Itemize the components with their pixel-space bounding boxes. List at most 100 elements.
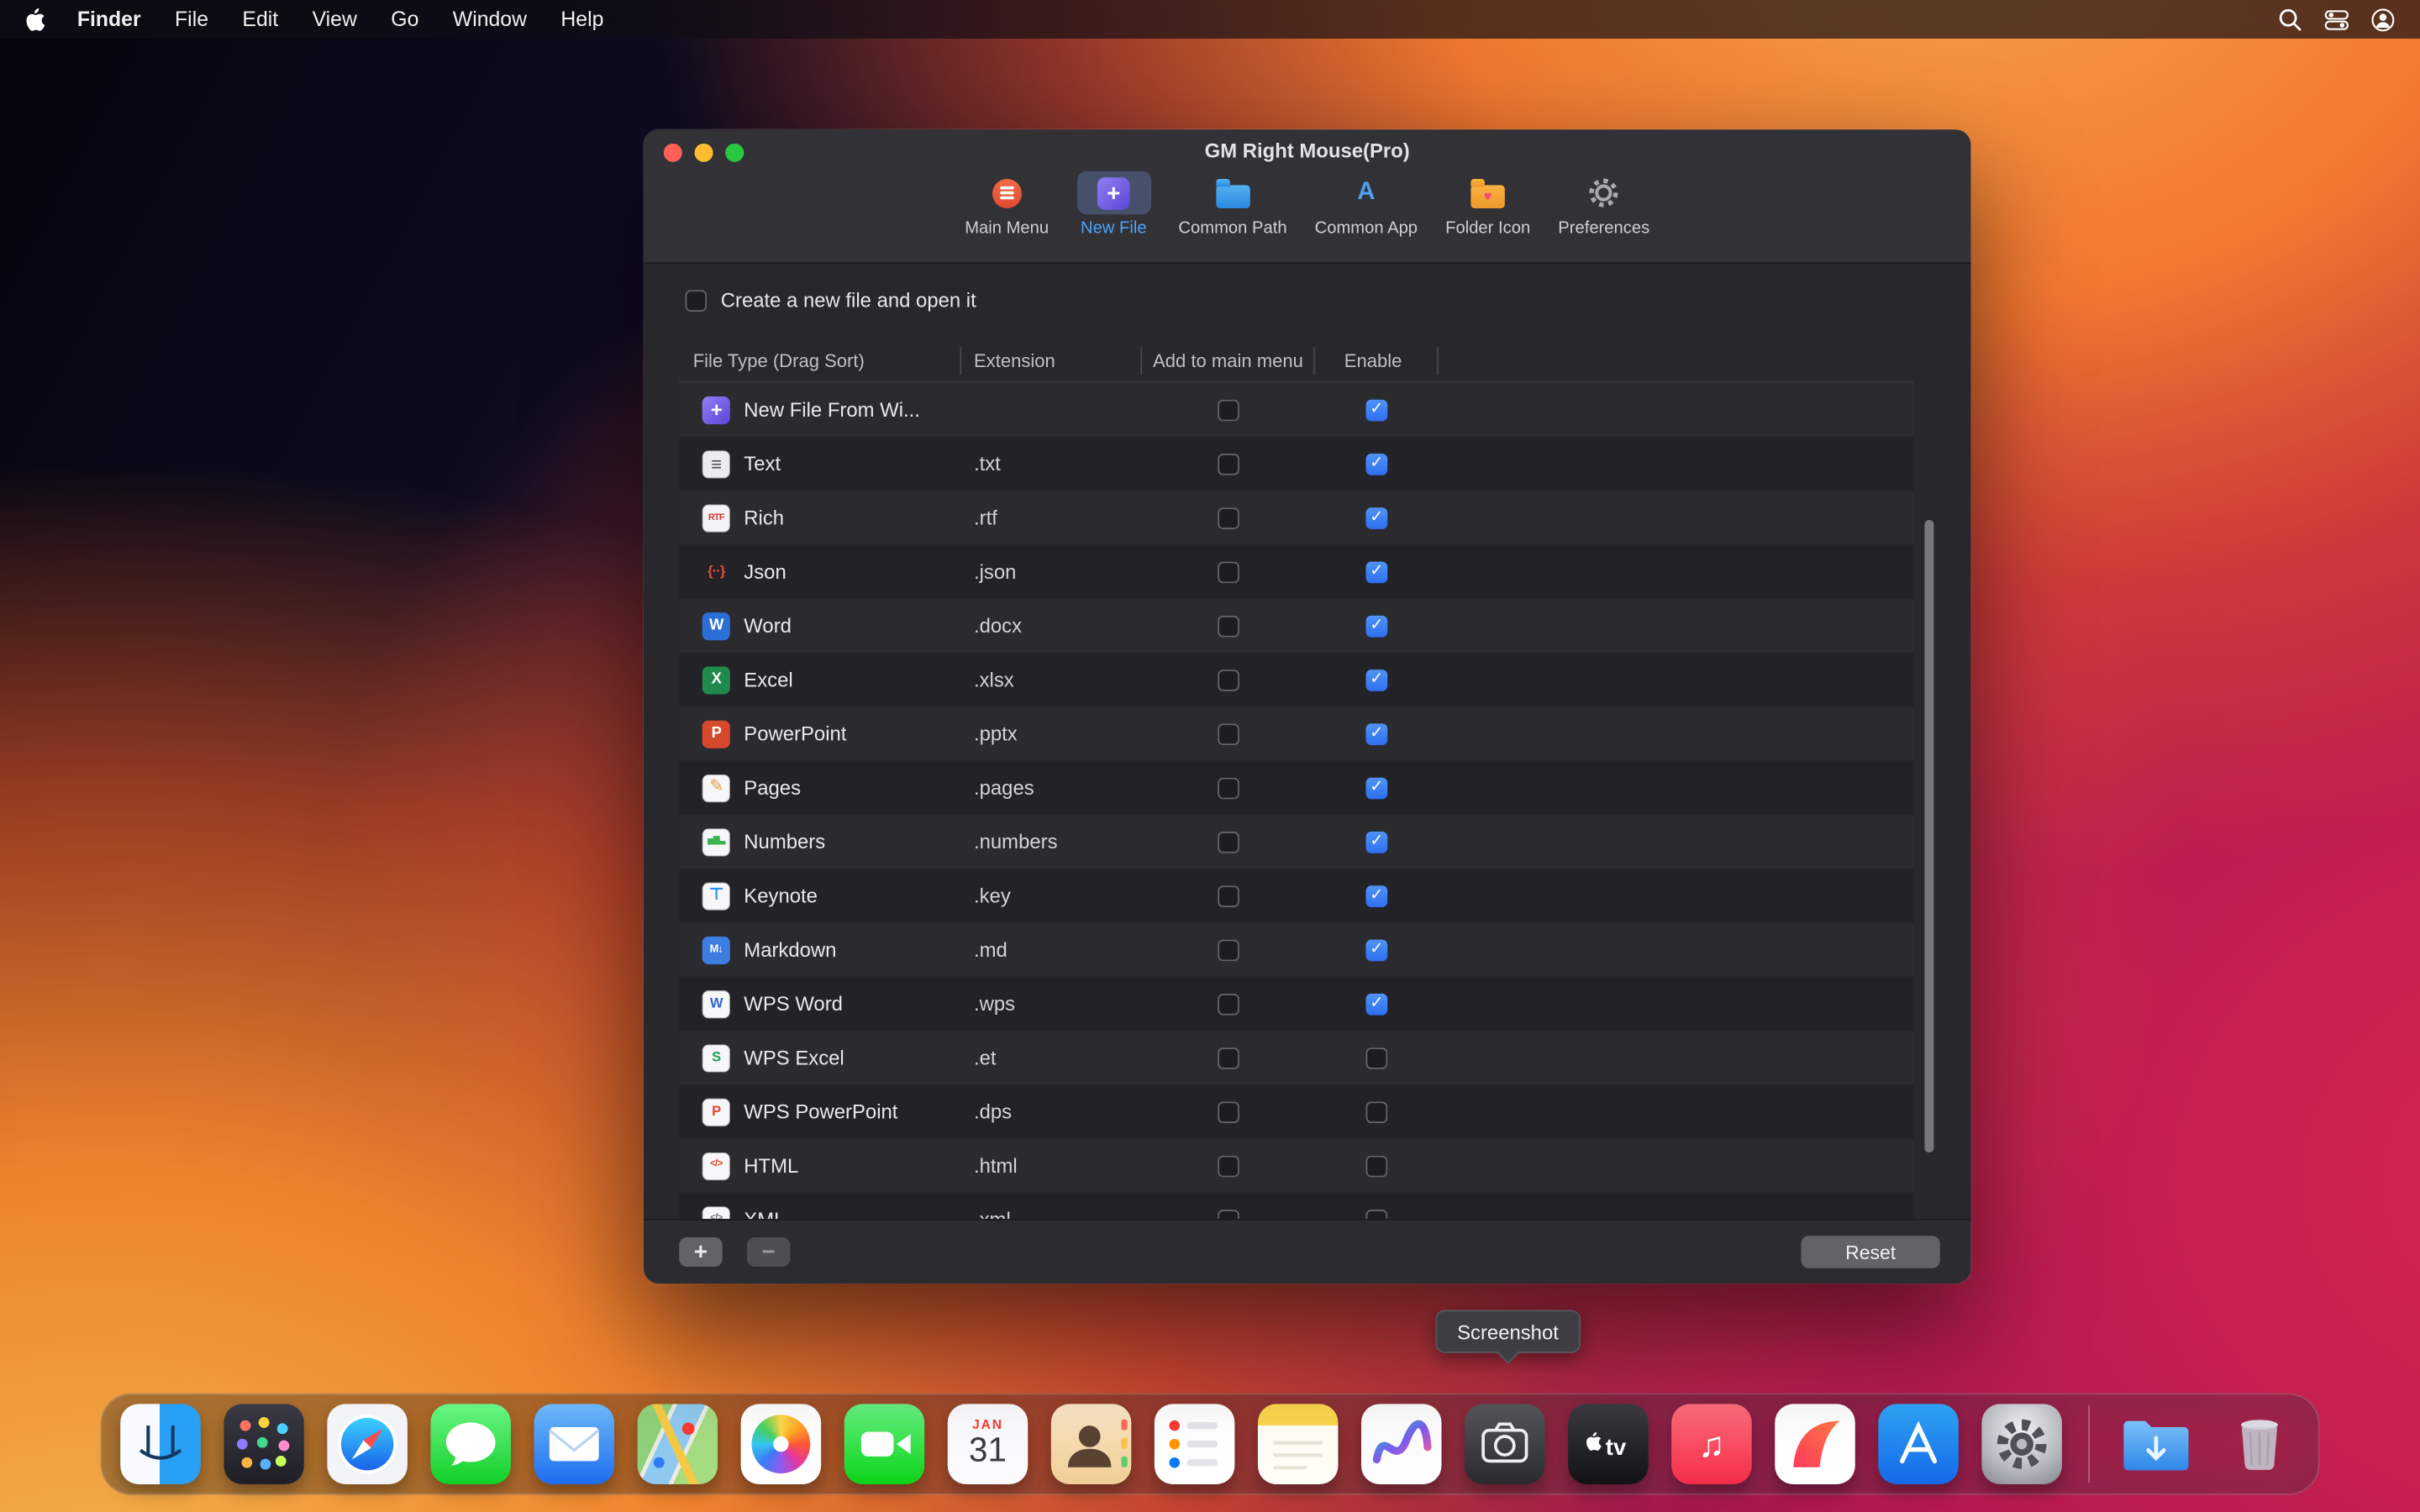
- add-to-menu-checkbox[interactable]: [1218, 1155, 1239, 1177]
- control-center-icon[interactable]: [2324, 7, 2349, 31]
- add-to-menu-checkbox[interactable]: [1218, 885, 1239, 906]
- menu-item-edit[interactable]: Edit: [225, 0, 295, 39]
- enable-checkbox[interactable]: [1366, 1047, 1388, 1068]
- enable-checkbox[interactable]: [1366, 993, 1388, 1015]
- reset-button[interactable]: Reset: [1801, 1236, 1939, 1268]
- dock-finder-icon[interactable]: [120, 1404, 201, 1484]
- add-to-menu-checkbox[interactable]: [1218, 831, 1239, 853]
- table-row[interactable]: ▅▇▃Numbers.numbers: [679, 815, 1913, 869]
- remove-button[interactable]: −: [747, 1237, 790, 1267]
- dock-launchpad-icon[interactable]: [224, 1404, 304, 1484]
- table-row[interactable]: PWPS PowerPoint.dps: [679, 1084, 1913, 1138]
- add-to-menu-checkbox[interactable]: [1218, 993, 1239, 1015]
- dock-mail-icon[interactable]: [534, 1404, 615, 1484]
- menu-item-finder[interactable]: Finder: [60, 0, 158, 39]
- title-bar[interactable]: GM Right Mouse(Pro) Main Menu+New FileCo…: [644, 129, 1971, 264]
- enable-checkbox[interactable]: [1366, 399, 1388, 421]
- file-type-name: Json: [744, 560, 786, 584]
- dock-calendar-icon[interactable]: JAN31: [948, 1404, 1028, 1484]
- dock-appstore-icon[interactable]: [1878, 1404, 1959, 1484]
- dock-news-icon[interactable]: [1775, 1404, 1855, 1484]
- scrollbar-thumb[interactable]: [1924, 520, 1933, 1152]
- add-to-menu-checkbox[interactable]: [1218, 1047, 1239, 1068]
- enable-checkbox[interactable]: [1366, 1155, 1388, 1177]
- table-row[interactable]: </>XML.xml: [679, 1193, 1913, 1221]
- dock-settings-icon[interactable]: [1981, 1404, 2062, 1484]
- tab-common-path[interactable]: Common Path: [1178, 171, 1286, 238]
- dock-music-icon[interactable]: ♫: [1671, 1404, 1752, 1484]
- dock-trash-icon[interactable]: [2219, 1404, 2300, 1484]
- enable-checkbox[interactable]: [1366, 885, 1388, 906]
- enable-checkbox[interactable]: [1366, 831, 1388, 853]
- dock-reminders-icon[interactable]: [1155, 1404, 1235, 1484]
- file-type-name: Word: [744, 614, 792, 638]
- add-to-menu-checkbox[interactable]: [1218, 561, 1239, 583]
- add-to-menu-checkbox[interactable]: [1218, 615, 1239, 637]
- tab-new-file[interactable]: +New File: [1076, 171, 1150, 238]
- table-row[interactable]: WWPS Word.wps: [679, 977, 1913, 1031]
- dock-screenshot-icon[interactable]: [1465, 1404, 1545, 1484]
- add-to-menu-cell: [1142, 1139, 1315, 1193]
- user-account-icon[interactable]: [2370, 7, 2395, 31]
- dock-messages-icon[interactable]: [430, 1404, 511, 1484]
- enable-checkbox[interactable]: [1366, 453, 1388, 475]
- table-row[interactable]: {··}Json.json: [679, 544, 1913, 598]
- add-to-menu-checkbox[interactable]: [1218, 1101, 1239, 1123]
- table-row[interactable]: M↓Markdown.md: [679, 922, 1913, 976]
- table-row[interactable]: SWPS Excel.et: [679, 1031, 1913, 1084]
- extension-value: .et: [974, 1046, 997, 1069]
- table-row[interactable]: WWord.docx: [679, 599, 1913, 653]
- dock-facetime-icon[interactable]: [844, 1404, 925, 1484]
- enable-checkbox[interactable]: [1366, 1101, 1388, 1123]
- dock-photos-icon[interactable]: [741, 1404, 822, 1484]
- add-to-menu-checkbox[interactable]: [1218, 399, 1239, 421]
- add-to-menu-checkbox[interactable]: [1218, 507, 1239, 528]
- menu-item-view[interactable]: View: [295, 0, 374, 39]
- folderheart-icon: ♥: [1451, 171, 1525, 214]
- add-to-menu-checkbox[interactable]: [1218, 939, 1239, 961]
- enable-checkbox[interactable]: [1366, 939, 1388, 961]
- add-to-menu-checkbox[interactable]: [1218, 669, 1239, 690]
- dock-safari-icon[interactable]: [327, 1404, 408, 1484]
- add-button[interactable]: +: [679, 1237, 722, 1267]
- dock-contacts-icon[interactable]: [1051, 1404, 1132, 1484]
- enable-checkbox[interactable]: [1366, 615, 1388, 637]
- enable-checkbox[interactable]: [1366, 507, 1388, 528]
- table-row[interactable]: PPowerPoint.pptx: [679, 706, 1913, 760]
- json-file-icon: {··}: [702, 558, 730, 585]
- tab-preferences[interactable]: Preferences: [1558, 171, 1649, 238]
- table-row[interactable]: XExcel.xlsx: [679, 653, 1913, 706]
- enable-checkbox[interactable]: [1366, 723, 1388, 745]
- add-to-menu-checkbox[interactable]: [1218, 453, 1239, 475]
- create-file-option[interactable]: Create a new file and open it: [686, 288, 976, 312]
- table-row[interactable]: RTFRich.rtf: [679, 491, 1913, 544]
- menu-item-go[interactable]: Go: [374, 0, 435, 39]
- tab-folder-icon[interactable]: ♥Folder Icon: [1445, 171, 1530, 238]
- table-row[interactable]: ≡Text.txt: [679, 437, 1913, 491]
- table-row[interactable]: ✎Pages.pages: [679, 761, 1913, 815]
- enable-checkbox[interactable]: [1366, 777, 1388, 799]
- tab-common-app[interactable]: ACommon App: [1315, 171, 1418, 238]
- dock-maps-icon[interactable]: [638, 1404, 718, 1484]
- tab-main-menu[interactable]: Main Menu: [965, 171, 1049, 238]
- menu-item-help[interactable]: Help: [544, 0, 620, 39]
- table-row[interactable]: +New File From Wi...: [679, 383, 1913, 437]
- menu-item-file[interactable]: File: [158, 0, 225, 39]
- extension-value: .md: [974, 938, 1007, 962]
- table-row[interactable]: ⊤Keynote.key: [679, 869, 1913, 922]
- menu-item-window[interactable]: Window: [436, 0, 544, 39]
- dock-notes-icon[interactable]: [1258, 1404, 1339, 1484]
- enable-checkbox[interactable]: [1366, 669, 1388, 690]
- search-icon[interactable]: [2278, 7, 2302, 31]
- dock-freeform-icon[interactable]: [1361, 1404, 1442, 1484]
- create-file-checkbox[interactable]: [686, 289, 708, 311]
- enable-checkbox[interactable]: [1366, 561, 1388, 583]
- column-header-filler: [1439, 347, 1914, 375]
- apple-menu-icon[interactable]: [0, 7, 60, 31]
- dock-downloads-icon[interactable]: [2116, 1404, 2196, 1484]
- table-row[interactable]: </>HTML.html: [679, 1139, 1913, 1193]
- add-to-menu-checkbox[interactable]: [1218, 723, 1239, 745]
- add-to-menu-checkbox[interactable]: [1218, 777, 1239, 799]
- dock-appletv-icon[interactable]: tv: [1568, 1404, 1649, 1484]
- excel-file-icon: X: [702, 666, 730, 694]
